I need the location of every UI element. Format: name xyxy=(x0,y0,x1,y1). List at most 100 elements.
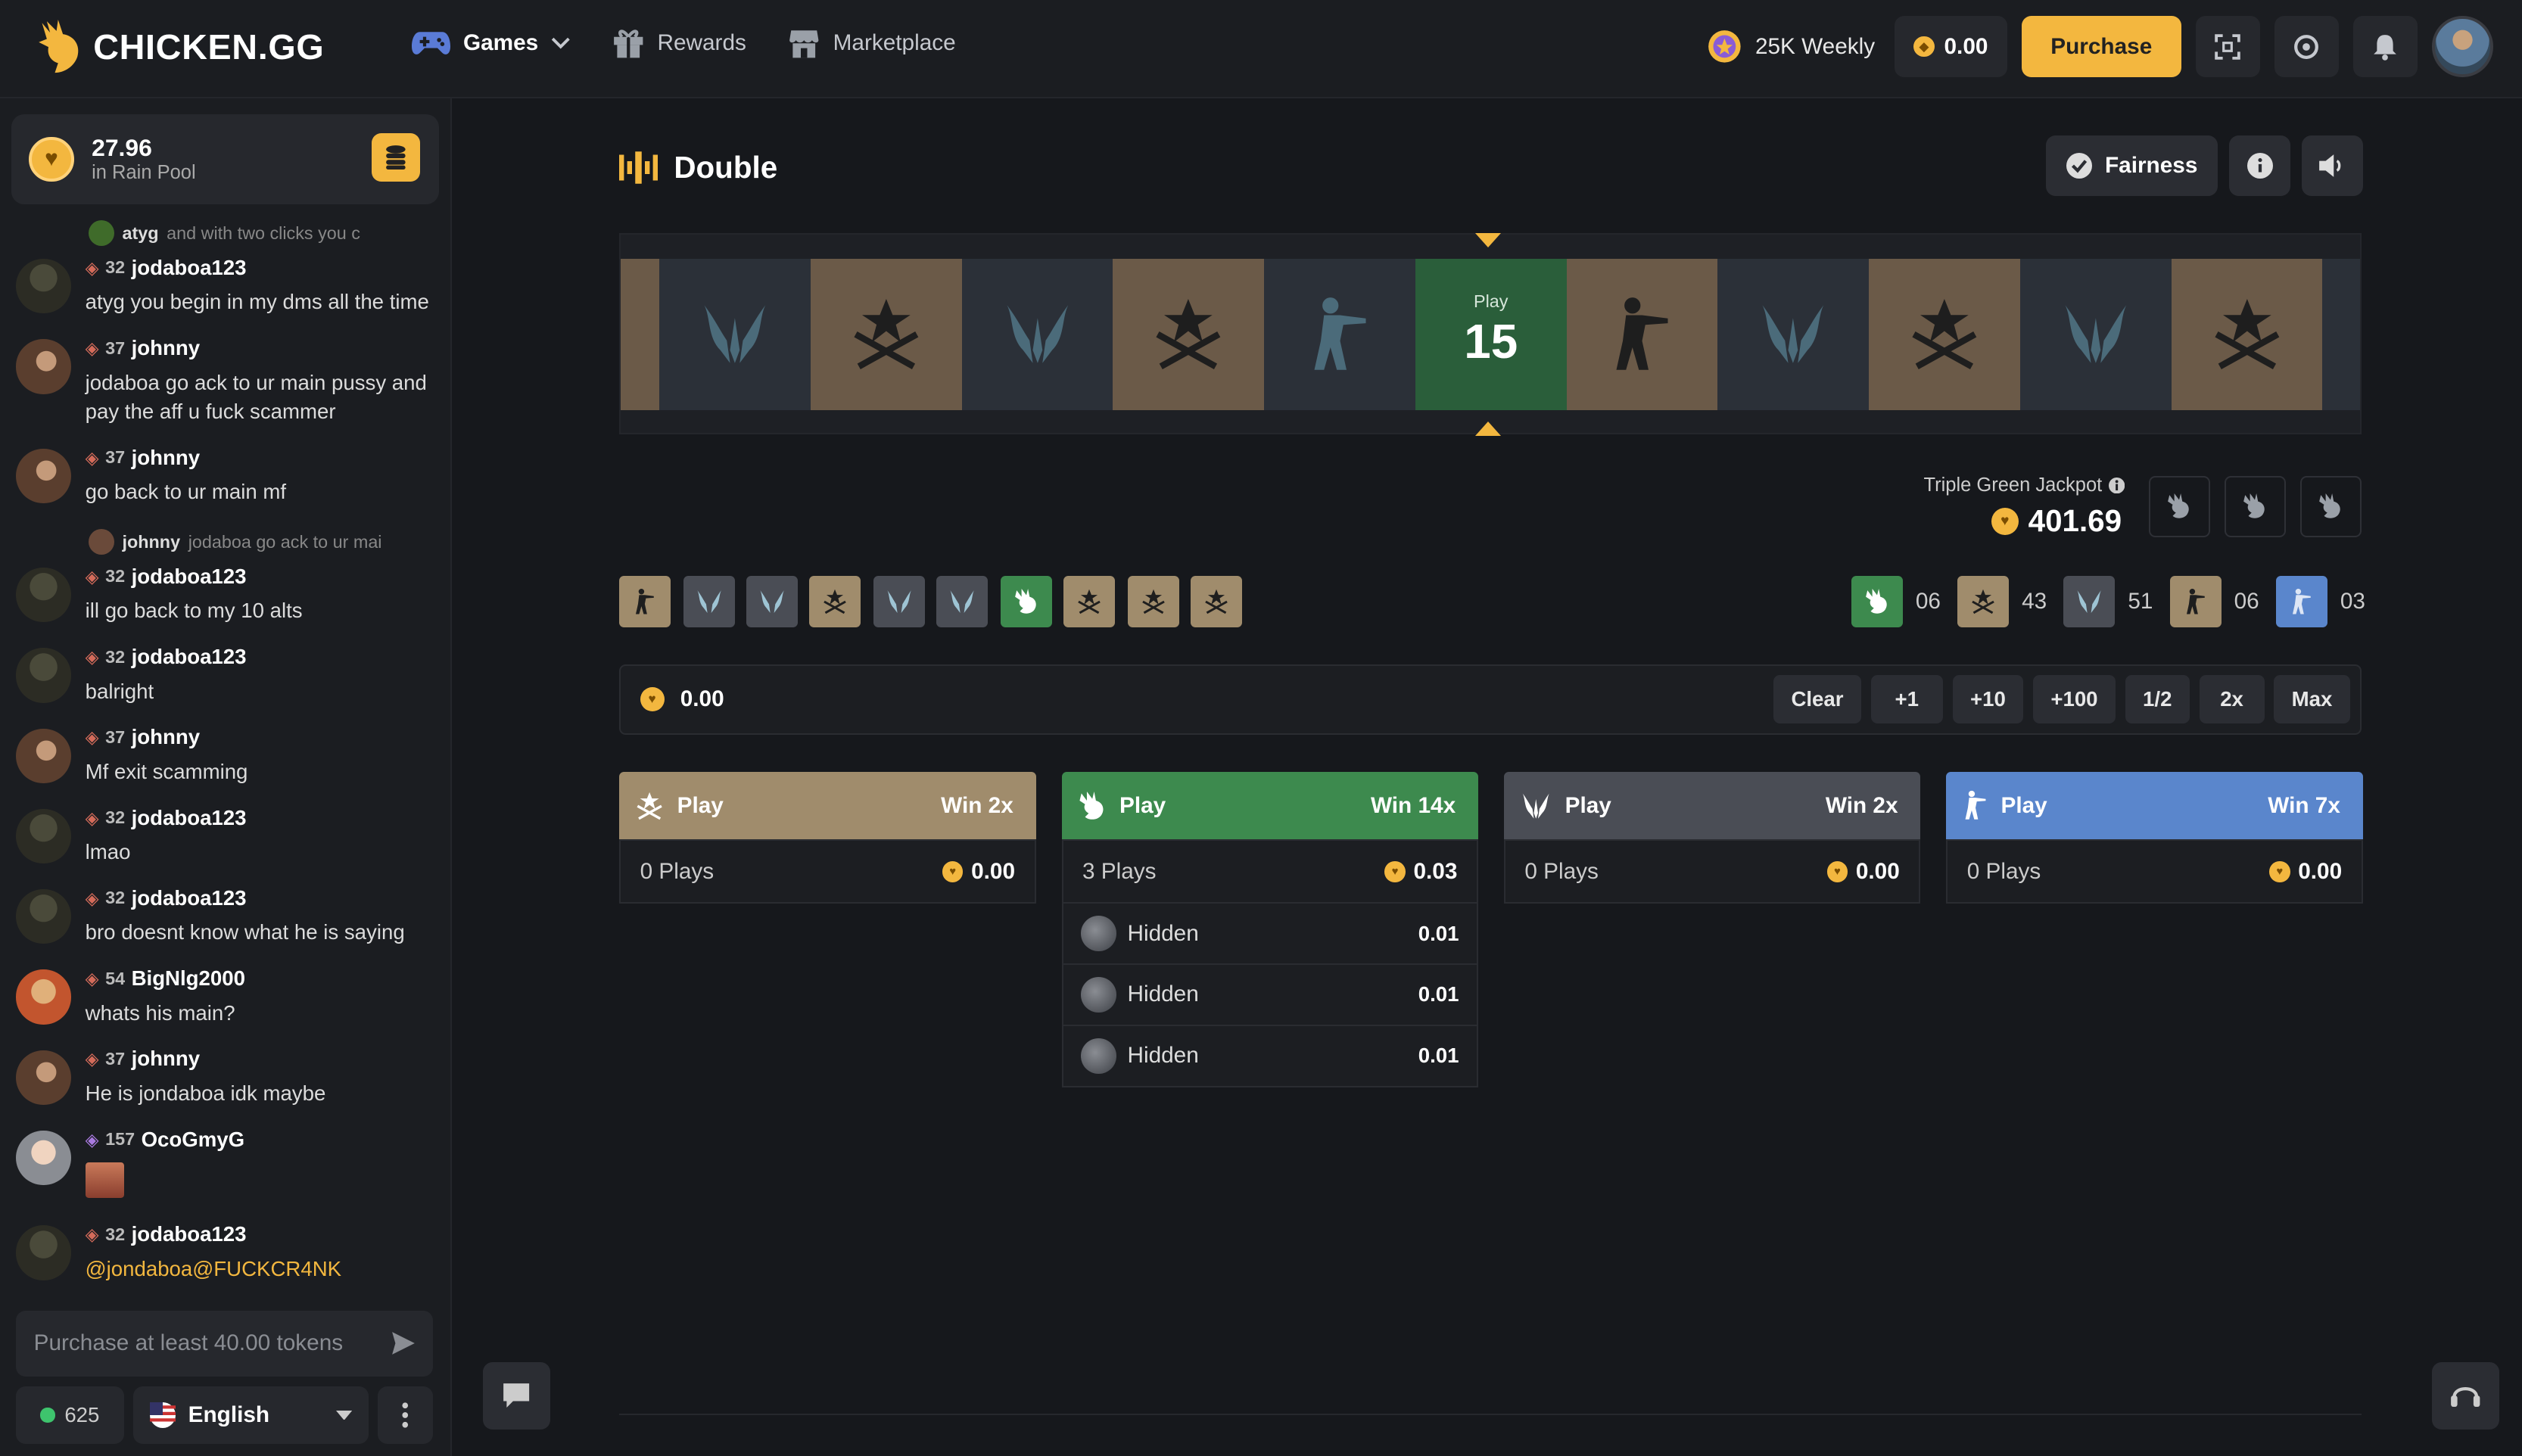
roll-tile xyxy=(1264,259,1415,410)
send-icon[interactable] xyxy=(391,1330,416,1356)
notifications-button[interactable] xyxy=(2352,16,2418,77)
bet-amount-input[interactable]: ♥ 0.00 xyxy=(640,686,724,712)
play-green-button[interactable]: Play Win 14x xyxy=(1061,772,1478,840)
chat-username[interactable]: jodaboa123 xyxy=(132,886,247,910)
user-avatar[interactable] xyxy=(2432,16,2493,77)
avatar[interactable] xyxy=(16,889,71,944)
purchase-button[interactable]: Purchase xyxy=(2022,16,2181,77)
language-select[interactable]: English xyxy=(133,1386,369,1445)
emote-image xyxy=(85,1162,124,1199)
jackpot-slot xyxy=(2149,476,2210,537)
chat-username[interactable]: jodaboa123 xyxy=(132,565,247,589)
bet-input-bar: ♥ 0.00 Clear +1 +10 +100 1/2 2x Max xyxy=(619,664,2362,736)
chat-username[interactable]: jodaboa123 xyxy=(132,645,247,669)
avatar[interactable] xyxy=(16,259,71,314)
chat-username[interactable]: johnny xyxy=(132,725,201,749)
double-button[interactable]: 2x xyxy=(2199,675,2265,724)
chat-username[interactable]: jodaboa123 xyxy=(132,1222,247,1246)
rain-tip-button[interactable] xyxy=(371,133,420,182)
nav-marketplace[interactable]: Marketplace xyxy=(788,27,956,60)
nav-rewards[interactable]: Rewards xyxy=(612,27,746,60)
plus-100-button[interactable]: +100 xyxy=(2032,675,2116,724)
avatar[interactable] xyxy=(16,648,71,703)
avatar[interactable] xyxy=(16,808,71,864)
jackpot-label: Triple Green Jackpot xyxy=(1923,474,2103,496)
roll-tile xyxy=(1566,259,1718,410)
nav-games-label: Games xyxy=(463,30,539,56)
more-options-button[interactable] xyxy=(378,1386,433,1445)
chat-username[interactable]: johnny xyxy=(132,446,201,470)
brand-logo[interactable]: CHICKEN.GG xyxy=(36,19,325,74)
balance-display[interactable]: ◆ 0.00 xyxy=(1894,16,2007,77)
reply-text: and with two clicks you c xyxy=(167,222,360,243)
entry-value: 0.01 xyxy=(1418,921,1459,945)
stat-count: 51 xyxy=(2128,588,2153,614)
chat-message: ◈ 37 johnny Mf exit scamming xyxy=(16,725,437,789)
avatar[interactable] xyxy=(16,1050,71,1105)
reply-context: atyg and with two clicks you c xyxy=(88,220,386,247)
plus-10-button[interactable]: +10 xyxy=(1952,675,2024,724)
jackpot-label-row: Triple Green Jackpot xyxy=(1924,474,2125,496)
avatar[interactable] xyxy=(16,339,71,394)
plus-1-button[interactable]: +1 xyxy=(1870,675,1943,724)
caret-down-icon xyxy=(336,1410,353,1420)
level-icon: ◈ xyxy=(85,1049,99,1069)
max-button[interactable]: Max xyxy=(2274,675,2350,724)
coin-icon: ♥ xyxy=(2268,860,2290,882)
play-blue-button[interactable]: Play Win 7x xyxy=(1946,772,2363,840)
chat-username[interactable]: jodaboa123 xyxy=(132,806,247,830)
fairness-button[interactable]: Fairness xyxy=(2046,135,2218,197)
half-button[interactable]: 1/2 xyxy=(2125,675,2190,724)
chat-username[interactable]: jodaboa123 xyxy=(132,256,247,280)
avatar[interactable] xyxy=(16,728,71,783)
play-label: Play xyxy=(1119,792,1166,818)
level-badge: 32 xyxy=(105,888,126,908)
chat-input[interactable]: Purchase at least 40.00 tokens xyxy=(16,1310,433,1377)
roll-tile xyxy=(621,259,660,410)
clear-button[interactable]: Clear xyxy=(1773,675,1861,724)
level-icon: ◈ xyxy=(85,566,99,586)
chat-username[interactable]: BigNlg2000 xyxy=(132,966,245,991)
roll-tile xyxy=(2322,259,2360,410)
sound-button[interactable] xyxy=(2301,135,2363,197)
avatar[interactable] xyxy=(16,969,71,1025)
play-label: Play xyxy=(677,792,724,818)
column-summary: 3 Plays ♥ 0.03 xyxy=(1061,839,1478,904)
double-game-icon xyxy=(619,151,659,184)
chat-text: He is jondaboa idk maybe xyxy=(85,1081,326,1105)
roll-tile xyxy=(1869,259,2020,410)
avatar xyxy=(1080,1038,1116,1074)
bet-column-ct: Play Win 2x 0 Plays ♥ 0.00 xyxy=(1503,772,1921,904)
avatar[interactable] xyxy=(16,568,71,623)
roll-tile xyxy=(1717,259,1870,410)
weekly-reward[interactable]: 25K Weekly xyxy=(1707,29,1875,64)
info-icon[interactable] xyxy=(2108,477,2125,493)
settings-button[interactable] xyxy=(2274,16,2339,77)
coins-stack-icon xyxy=(386,145,406,170)
chat-text: atyg you begin in my dms all the time xyxy=(85,290,429,314)
avatar[interactable] xyxy=(16,1130,71,1186)
reply-context: johnny jodaboa go ack to ur mai xyxy=(88,529,386,555)
avatar[interactable] xyxy=(16,448,71,504)
roll-play-label: Play xyxy=(1474,291,1509,311)
history-item xyxy=(1127,575,1179,627)
level-icon: ◈ xyxy=(85,888,99,908)
nav-games[interactable]: Games xyxy=(412,29,571,58)
avatar[interactable] xyxy=(16,1225,71,1280)
chat-message: ◈ 32 jodaboa123 bro doesnt know what he is… xyxy=(16,886,437,950)
t-soldier-icon xyxy=(1616,297,1668,370)
chat-username[interactable]: OcoGmyG xyxy=(142,1128,245,1152)
chat-username[interactable]: johnny xyxy=(132,1047,201,1071)
stat-t: 43 xyxy=(1957,575,2047,627)
stat-ct: 51 xyxy=(2063,575,2153,627)
chat-toggle-button[interactable] xyxy=(482,1361,550,1430)
play-t-button[interactable]: Play Win 2x xyxy=(619,772,1036,840)
support-button[interactable] xyxy=(2432,1361,2500,1430)
play-ct-button[interactable]: Play Win 2x xyxy=(1503,772,1921,840)
fullscreen-button[interactable] xyxy=(2195,16,2260,77)
win-multiplier: Win 14x xyxy=(1370,792,1456,818)
reply-text: jodaboa go ack to ur mai xyxy=(188,531,382,552)
info-button[interactable] xyxy=(2229,135,2290,197)
chat-username[interactable]: johnny xyxy=(132,336,201,360)
level-icon: ◈ xyxy=(85,727,99,748)
